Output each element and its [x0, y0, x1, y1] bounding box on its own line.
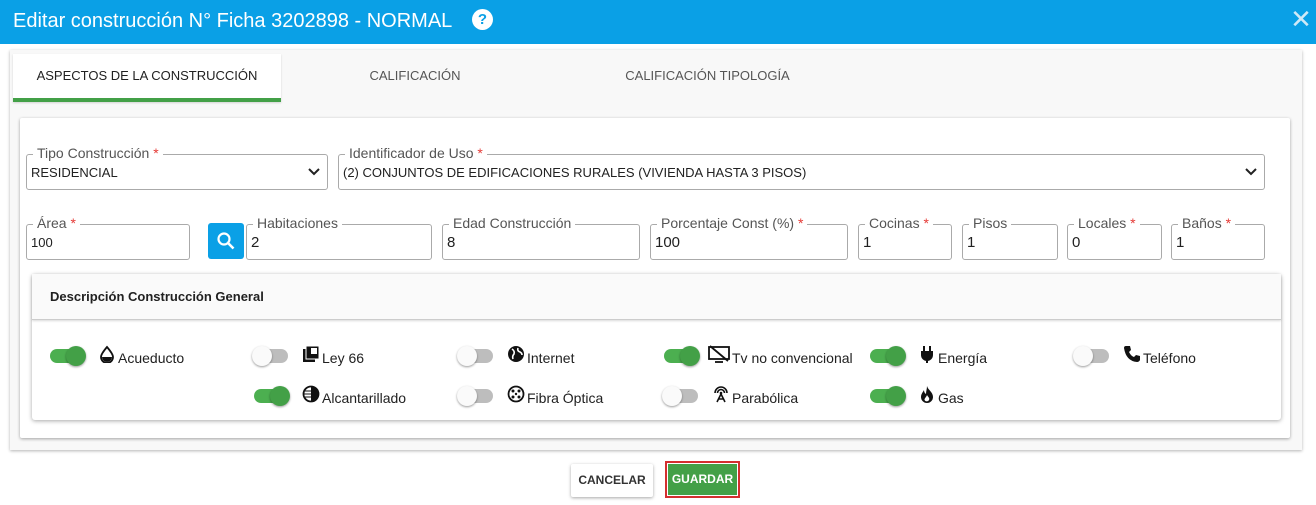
phone-icon — [1124, 346, 1140, 362]
service-label: Ley 66 — [322, 350, 365, 366]
service-label: Teléfono — [1143, 350, 1196, 366]
field-value: 0 — [1072, 234, 1081, 251]
antenna-icon — [714, 386, 728, 403]
field-label: Pisos — [969, 215, 1012, 231]
field-value: RESIDENCIAL — [31, 165, 118, 180]
field-value: 100 — [655, 234, 681, 251]
dialog-header: Editar construcción N° Ficha 3202898 - N… — [0, 0, 1316, 44]
field-value: 1 — [1176, 234, 1185, 251]
service-energia: Energía — [870, 345, 1030, 369]
close-icon[interactable]: ✕ — [1290, 6, 1312, 32]
service-label: Acueducto — [118, 350, 185, 366]
habitaciones-input[interactable]: Habitaciones 2 — [246, 215, 432, 260]
service-alcantarillado: Alcantarillado — [254, 385, 424, 409]
ley-66-toggle[interactable] — [252, 346, 288, 366]
tipo-construccion-select[interactable]: Tipo Construcción * RESIDENCIAL — [26, 145, 328, 190]
service-fibra-optica: Fibra Óptica — [457, 385, 629, 409]
chevron-down-icon — [308, 168, 320, 176]
tv-off-icon — [708, 345, 730, 363]
card-header: Descripción Construcción General — [32, 274, 1281, 320]
service-ley-66: Ley 66 — [252, 345, 414, 369]
field-value: 100 — [31, 235, 53, 250]
field-value: 1 — [863, 234, 872, 251]
field-label: Identificador de Uso * — [345, 145, 487, 161]
pisos-input[interactable]: Pisos 1 — [962, 215, 1058, 260]
cancel-button[interactable]: CANCELAR — [571, 464, 653, 497]
gas-toggle[interactable] — [870, 386, 906, 406]
identificador-uso-select[interactable]: Identificador de Uso * (2) CONJUNTOS DE … — [338, 145, 1265, 190]
service-internet: Internet — [457, 345, 619, 369]
search-icon — [217, 232, 235, 250]
water-drop-icon — [100, 345, 114, 363]
service-label: Parabólica — [732, 390, 799, 406]
edad-construccion-input[interactable]: Edad Construcción 8 — [442, 215, 640, 260]
field-label: Locales * — [1074, 215, 1140, 231]
porcentaje-const-input[interactable]: Porcentaje Const (%) * 100 — [650, 215, 848, 260]
tab-label: ASPECTOS DE LA CONSTRUCCIÓN — [36, 68, 258, 83]
card-title: Descripción Construcción General — [50, 289, 264, 304]
field-value: 2 — [251, 234, 260, 251]
save-button[interactable]: GUARDAR — [665, 461, 740, 498]
library-icon — [303, 345, 320, 362]
chevron-down-icon — [1245, 168, 1257, 176]
area-search-button[interactable] — [208, 223, 244, 259]
dialog-title: Editar construcción N° Ficha 3202898 - N… — [13, 10, 453, 32]
service-label: Tv no convencional — [732, 350, 853, 366]
alcantarillado-toggle[interactable] — [254, 386, 290, 406]
area-input[interactable]: Área * 100 — [26, 215, 190, 260]
service-gas: Gas — [870, 385, 1010, 409]
field-label: Edad Construcción — [449, 215, 576, 231]
service-telefono: Teléfono — [1073, 345, 1235, 369]
service-tv-no-convencional: Tv no convencional — [664, 345, 864, 369]
tab-aspectos-construccion[interactable]: ASPECTOS DE LA CONSTRUCCIÓN — [13, 54, 281, 102]
internet-toggle[interactable] — [457, 346, 493, 366]
descripcion-construccion-card: Descripción Construcción General Acueduc… — [32, 274, 1281, 420]
service-label: Alcantarillado — [322, 390, 407, 406]
acueducto-toggle[interactable] — [50, 346, 86, 366]
tab-calificacion[interactable]: CALIFICACIÓN — [315, 54, 515, 102]
field-label: Área * — [33, 215, 80, 231]
contrast-icon — [302, 385, 320, 403]
connector-icon — [507, 385, 525, 403]
banos-input[interactable]: Baños * 1 — [1171, 215, 1265, 260]
field-label: Baños * — [1178, 215, 1236, 231]
plug-icon — [921, 346, 933, 363]
field-value: 1 — [967, 234, 976, 251]
tab-label: CALIFICACIÓN — [369, 68, 461, 83]
fibra-optica-toggle[interactable] — [457, 386, 493, 406]
field-value: 8 — [447, 234, 456, 251]
help-icon[interactable]: ? — [472, 9, 493, 30]
tab-label: CALIFICACIÓN TIPOLOGÍA — [625, 68, 790, 83]
service-acueducto: Acueducto — [50, 345, 210, 369]
form-panel: Tipo Construcción * RESIDENCIAL Identifi… — [20, 118, 1290, 438]
dialog-body: ASPECTOS DE LA CONSTRUCCIÓN CALIFICACIÓN… — [10, 50, 1302, 450]
flame-icon — [921, 386, 933, 403]
service-label: Gas — [938, 390, 964, 406]
service-parabolica: Parabólica — [662, 385, 834, 409]
locales-input[interactable]: Locales * 0 — [1067, 215, 1162, 260]
service-label: Energía — [938, 350, 988, 366]
globe-icon — [508, 346, 524, 362]
field-label: Tipo Construcción * — [33, 145, 163, 161]
save-button-label: GUARDAR — [668, 464, 737, 495]
field-value: (2) CONJUNTOS DE EDIFICACIONES RURALES (… — [343, 165, 807, 180]
tab-calificacion-tipologia[interactable]: CALIFICACIÓN TIPOLOGÍA — [570, 54, 845, 102]
field-label: Habitaciones — [253, 215, 342, 231]
cocinas-input[interactable]: Cocinas * 1 — [858, 215, 952, 260]
service-label: Fibra Óptica — [527, 390, 604, 406]
service-label: Internet — [527, 350, 575, 366]
parabolica-toggle[interactable] — [662, 386, 698, 406]
field-label: Porcentaje Const (%) * — [657, 215, 808, 231]
telefono-toggle[interactable] — [1073, 346, 1109, 366]
energia-toggle[interactable] — [870, 346, 906, 366]
field-label: Cocinas * — [865, 215, 933, 231]
tv-no-convencional-toggle[interactable] — [664, 346, 700, 366]
